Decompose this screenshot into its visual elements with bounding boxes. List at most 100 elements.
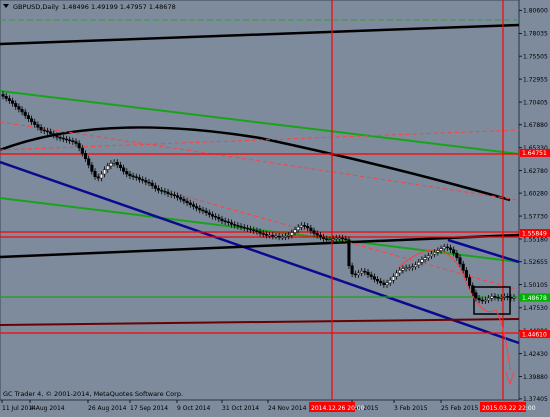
candle-body bbox=[179, 197, 183, 200]
candle-body bbox=[156, 188, 161, 191]
ohlc-values: 1.48496 1.49199 1.47957 1.48678 bbox=[62, 3, 176, 11]
candle-body bbox=[344, 238, 348, 241]
candle-body bbox=[74, 141, 78, 144]
candle-body bbox=[137, 177, 142, 180]
candle-body bbox=[122, 167, 126, 172]
candle-body bbox=[153, 185, 157, 189]
candle-body bbox=[106, 165, 110, 170]
candle-body bbox=[325, 238, 329, 241]
candle-body bbox=[452, 249, 456, 254]
price-tick-label: 1.37405 bbox=[523, 396, 548, 403]
candle-body bbox=[274, 235, 278, 238]
candle-body bbox=[242, 226, 246, 229]
candle-body bbox=[10, 100, 15, 104]
candle-body bbox=[337, 237, 341, 240]
time-tick-label: 17 Sep 2014 bbox=[130, 405, 168, 412]
candle-body bbox=[14, 103, 18, 107]
candle-body bbox=[4, 95, 8, 99]
candle-body bbox=[407, 267, 411, 269]
candle-body bbox=[163, 190, 167, 193]
symbol-label: GBPUSD,Daily bbox=[13, 3, 59, 11]
price-tick-label: 1.78035 bbox=[523, 31, 548, 38]
candle-body bbox=[388, 279, 392, 284]
candle-body bbox=[204, 210, 208, 213]
candle-body bbox=[17, 106, 21, 110]
candle-body bbox=[439, 248, 443, 251]
candle-body bbox=[96, 176, 100, 179]
candle-body bbox=[1, 94, 5, 97]
candle-body bbox=[423, 257, 427, 260]
candle-body bbox=[229, 222, 234, 225]
candle-body bbox=[420, 259, 424, 263]
candle-body bbox=[45, 130, 49, 133]
candle-body bbox=[318, 234, 322, 238]
candle-body bbox=[52, 133, 56, 136]
candle-body bbox=[442, 246, 446, 249]
price-tick-label: 1.60280 bbox=[523, 190, 548, 197]
candle-body bbox=[160, 189, 164, 192]
time-tick-label: 25 Feb 2015 bbox=[441, 405, 479, 412]
candle-body bbox=[249, 228, 253, 231]
time-tick-label: 24 Nov 2014 bbox=[268, 405, 307, 412]
candle-body bbox=[280, 236, 284, 239]
price-tick-label: 1.62780 bbox=[523, 168, 548, 175]
candle-body bbox=[426, 255, 430, 258]
candle-body bbox=[331, 238, 335, 241]
candle-body bbox=[328, 239, 332, 241]
candle-body bbox=[290, 232, 294, 236]
candle-body bbox=[141, 179, 145, 181]
candle-body bbox=[512, 297, 516, 299]
candle-body bbox=[195, 206, 199, 209]
candle-body bbox=[220, 218, 224, 222]
candle-body bbox=[80, 147, 84, 154]
candle-body bbox=[283, 235, 288, 238]
candle-body bbox=[176, 195, 180, 198]
candle-body bbox=[445, 246, 449, 249]
candle-body bbox=[509, 297, 513, 299]
candle-body bbox=[188, 202, 192, 205]
candle-body bbox=[404, 267, 408, 269]
candle-body bbox=[77, 143, 81, 149]
candle-body bbox=[7, 98, 11, 101]
chart-window[interactable]: 1.80600 1.78035 1.75505 1.72955 1.70405 1.678… bbox=[0, 0, 550, 413]
candle-body bbox=[214, 216, 218, 218]
price-tick-label: 1.55180 bbox=[523, 236, 548, 243]
price-tag-label: 1.64751 bbox=[522, 150, 547, 157]
candle-body bbox=[315, 233, 319, 236]
candle-body bbox=[128, 173, 132, 177]
candle-body bbox=[312, 230, 316, 234]
candle-body bbox=[448, 247, 453, 250]
candle-body bbox=[356, 272, 361, 276]
candle-body bbox=[302, 225, 307, 227]
candle-body bbox=[23, 111, 27, 116]
candle-body bbox=[185, 200, 189, 204]
candle-body bbox=[296, 226, 300, 231]
candle-body bbox=[144, 180, 148, 183]
candle-body bbox=[277, 235, 281, 238]
candle-body bbox=[458, 257, 462, 265]
price-tag-label: 1.48678 bbox=[522, 295, 547, 302]
price-tick-label: 1.39880 bbox=[523, 374, 548, 381]
candle-body bbox=[182, 198, 186, 202]
time-tick-label: 3 Feb 2015 bbox=[394, 405, 428, 412]
candle-body bbox=[172, 194, 176, 196]
candle-body bbox=[112, 162, 116, 164]
candle-body bbox=[87, 158, 91, 166]
candle-body bbox=[118, 164, 122, 169]
candle-body bbox=[372, 276, 376, 280]
candle-body bbox=[71, 140, 75, 143]
candle-body bbox=[461, 263, 465, 271]
candle-body bbox=[226, 221, 230, 223]
candle-body bbox=[502, 296, 507, 298]
candle-body bbox=[395, 272, 399, 277]
candle-body bbox=[398, 270, 402, 274]
chart-background bbox=[0, 0, 550, 413]
candle-body bbox=[99, 173, 103, 179]
candle-body bbox=[499, 297, 503, 299]
candle-body bbox=[271, 234, 275, 237]
candle-body bbox=[64, 138, 69, 141]
candle bbox=[347, 236, 351, 269]
candle-body bbox=[455, 252, 459, 258]
time-tag-label: 2015.03.22 22:00 bbox=[482, 405, 536, 412]
time-tick-label: 4 Aug 2014 bbox=[30, 405, 65, 412]
